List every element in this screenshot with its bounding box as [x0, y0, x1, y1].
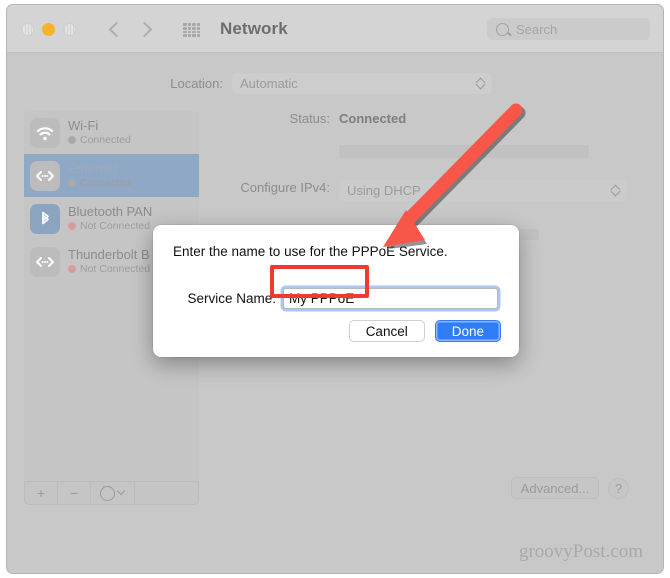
chevron-updown-icon [477, 77, 485, 90]
status-dot-icon [68, 265, 76, 274]
location-row: Location: Automatic [7, 73, 663, 94]
status-detail-row [212, 145, 646, 158]
forward-chevron-icon[interactable] [137, 18, 157, 40]
status-dot-icon [68, 136, 76, 145]
location-value: Automatic [240, 76, 298, 91]
watermark: groovyPost.com [518, 541, 643, 562]
location-popup-button[interactable]: Automatic [232, 73, 492, 94]
add-service-button[interactable]: + [25, 482, 58, 504]
configure-ipv4-row: Configure IPv4: Using DHCP [212, 180, 646, 201]
sidebar-item-ethernet[interactable]: Ethernet Connected [24, 154, 199, 197]
sidebar-item-label: Thunderbolt B [68, 247, 150, 263]
configure-ipv4-label: Configure IPv4: [240, 180, 330, 195]
service-name-row: Service Name: My PPPoE [153, 288, 519, 309]
bluetooth-icon [30, 203, 60, 234]
search-placeholder: Search [516, 21, 558, 37]
service-name-input[interactable]: My PPPoE [283, 288, 498, 309]
close-icon [22, 24, 33, 35]
status-text: Not Connected [80, 219, 151, 232]
cancel-button[interactable]: Cancel [348, 320, 425, 342]
sidebar-item-wifi[interactable]: Wi-Fi Connected [24, 111, 199, 154]
zoom-icon [64, 24, 75, 35]
ethernet-icon [30, 246, 60, 277]
dialog-title: Enter the name to use for the PPPoE Serv… [173, 244, 448, 259]
close-button[interactable] [21, 23, 34, 36]
status-text: Connected [80, 176, 131, 189]
sidebar-item-text: Ethernet Connected [68, 162, 131, 189]
pppoe-service-name-dialog: Enter the name to use for the PPPoE Serv… [153, 225, 519, 357]
services-list-toolbar: + − [24, 481, 199, 505]
sidebar-item-label: Ethernet [68, 161, 118, 177]
action-menu-button[interactable] [91, 481, 135, 504]
dialog-buttons: Cancel Done [348, 320, 501, 342]
sidebar-item-status: Not Connected [68, 262, 151, 275]
traffic-light-group [21, 23, 76, 36]
chevron-down-icon [118, 490, 125, 497]
navigation-buttons [105, 18, 157, 40]
status-text: Not Connected [80, 262, 151, 275]
chevron-updown-icon [612, 184, 620, 197]
minimize-button[interactable] [42, 23, 55, 36]
advanced-button[interactable]: Advanced... [511, 477, 599, 499]
sidebar-item-status: Not Connected [68, 219, 152, 232]
sidebar-item-label: Bluetooth PAN [68, 204, 153, 220]
sidebar-item-text: Thunderbolt B Not Connected [68, 248, 150, 275]
configure-ipv4-popup-button[interactable]: Using DHCP [339, 180, 627, 201]
status-label: Status: [289, 111, 330, 126]
all-preferences-grid-icon[interactable] [183, 23, 200, 37]
sidebar-item-status: Connected [68, 133, 131, 146]
zoom-button[interactable] [63, 23, 76, 36]
ethernet-icon [30, 160, 60, 191]
window-titlebar: Network Search [7, 5, 663, 53]
remove-service-button[interactable]: − [58, 482, 91, 504]
sidebar-item-label: Wi-Fi [68, 118, 99, 134]
status-dot-icon [68, 222, 76, 231]
status-text: Connected [80, 133, 131, 146]
page-title: Network [220, 19, 288, 38]
screenshot-root: Network Search Location: Automatic Wi-Fi… [0, 0, 670, 578]
search-field[interactable]: Search [487, 18, 650, 40]
done-button[interactable]: Done [434, 320, 501, 342]
gear-icon [100, 481, 115, 501]
configure-ipv4-value: Using DHCP [347, 183, 421, 198]
search-icon [496, 22, 509, 36]
sidebar-item-status: Connected [68, 176, 131, 189]
status-detail-placeholder [339, 145, 589, 158]
service-name-label: Service Name: [187, 291, 276, 306]
status-row: Status: Connected [212, 111, 646, 126]
back-chevron-icon[interactable] [105, 18, 125, 40]
status-dot-icon [68, 179, 76, 188]
help-button[interactable]: ? [608, 478, 629, 499]
service-name-value: My PPPoE [289, 291, 355, 306]
wifi-icon [30, 117, 60, 148]
location-label: Location: [170, 76, 223, 91]
sidebar-item-text: Wi-Fi Connected [68, 119, 131, 146]
sidebar-item-text: Bluetooth PAN Not Connected [68, 205, 152, 232]
status-value: Connected [339, 111, 407, 126]
